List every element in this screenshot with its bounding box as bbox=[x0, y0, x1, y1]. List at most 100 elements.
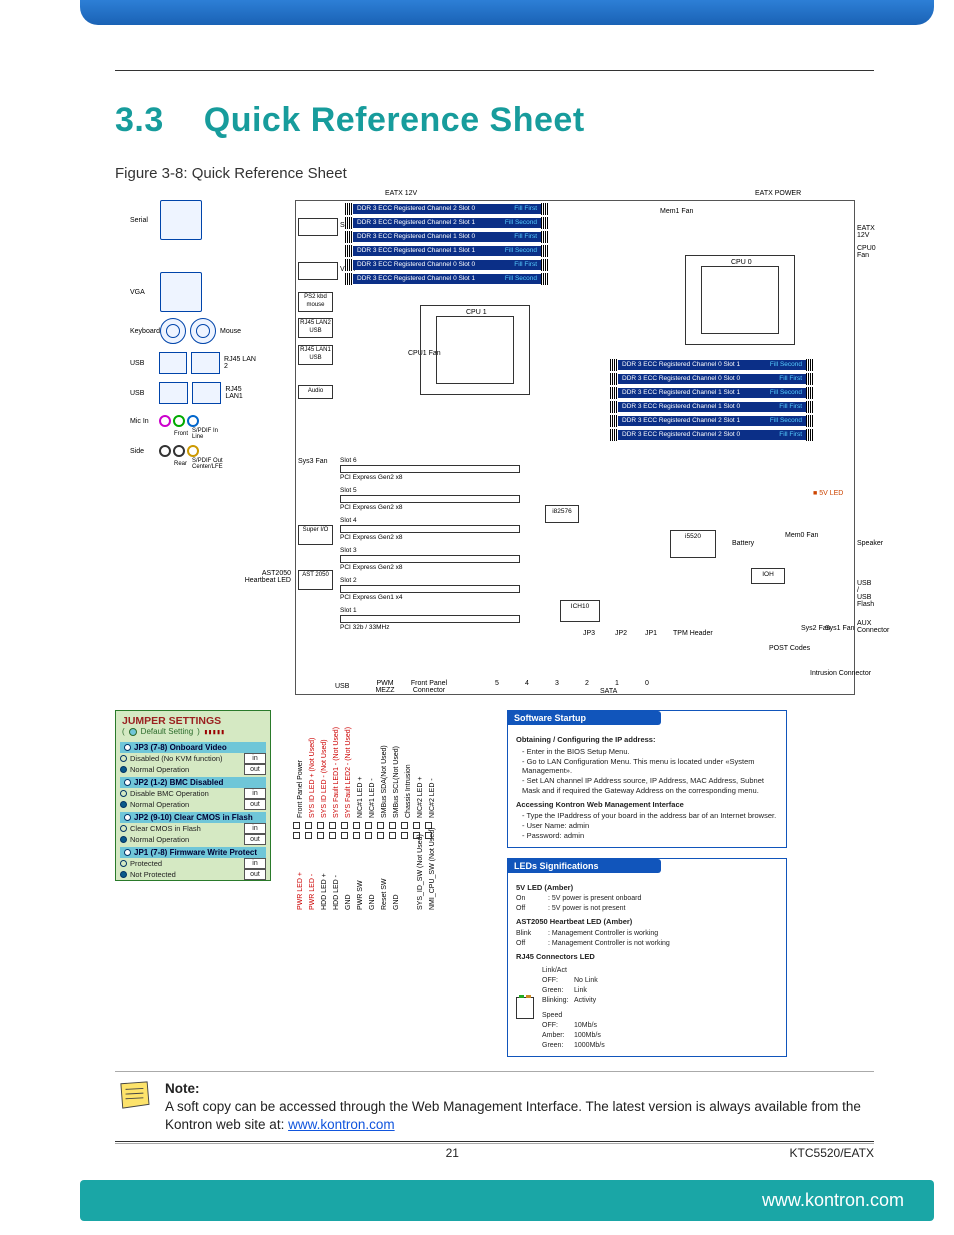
note-text: Note: A soft copy can be accessed throug… bbox=[165, 1080, 874, 1135]
lbl-sys1fan: Sys1 Fan bbox=[825, 625, 855, 632]
jumper-settings-box: JUMPER SETTINGS ( Default Setting) ▮▮▮▮▮… bbox=[115, 710, 271, 881]
dimm-left-2: DDR 3 ECC Registered Channel 1 Slot 0Fil… bbox=[345, 232, 549, 242]
port-keyboard bbox=[160, 318, 186, 344]
slot-name-3: Slot 3 bbox=[340, 547, 357, 554]
slot-desc-5: PCI 32b / 33MHz bbox=[340, 624, 390, 631]
jack-spdif-out bbox=[187, 445, 199, 457]
chapter-heading: 3.3 Quick Reference Sheet bbox=[115, 101, 874, 140]
page-content: 3.3Quick Reference Sheet Figure 3-8: Qui… bbox=[115, 70, 874, 1144]
dimm-right-4: DDR 3 ECC Registered Channel 2 Slot 1Fil… bbox=[610, 416, 814, 426]
led-r2-1: Off: Management Controller is not workin… bbox=[516, 939, 778, 948]
cpu0-socket: CPU 0 bbox=[685, 255, 795, 345]
jumper-row-3-0: Protectedin bbox=[120, 858, 266, 869]
fp-pin-bot-11 bbox=[425, 832, 432, 839]
chip-i5520: i5520 bbox=[670, 530, 716, 558]
led-h3: RJ45 Connectors LED bbox=[516, 952, 778, 962]
label-micin: Mic In bbox=[130, 418, 158, 425]
fp-bot-6: GND bbox=[369, 894, 376, 910]
fp-pin-top-2 bbox=[317, 822, 324, 829]
slot-name-0: Slot 6 bbox=[340, 457, 357, 464]
jumper-row-1-0: Disable BMC Operationin bbox=[120, 788, 266, 799]
note-title: Note: bbox=[165, 1081, 200, 1096]
fp-pin-top-7 bbox=[377, 822, 384, 829]
led-speed-2: Green:1000Mb/s bbox=[542, 1041, 605, 1050]
chapter-title: Quick Reference Sheet bbox=[204, 101, 585, 139]
label-mem1fan: Mem1 Fan bbox=[660, 208, 693, 215]
dimm-right-0: DDR 3 ECC Registered Channel 0 Slot 1Fil… bbox=[610, 360, 814, 370]
slot-name-1: Slot 5 bbox=[340, 487, 357, 494]
dimm-right-5: DDR 3 ECC Registered Channel 2 Slot 0Fil… bbox=[610, 430, 814, 440]
label-eatx-power: EATX POWER bbox=[755, 190, 801, 197]
fp-pin-top-4 bbox=[341, 822, 348, 829]
jumper-header-0: JP3 (7-8) Onboard Video bbox=[120, 742, 266, 753]
label-vga: VGA bbox=[130, 289, 160, 296]
jumper-row-2-0: Clear CMOS in Flashin bbox=[120, 823, 266, 834]
ss-l1-2: Set LAN channel IP Address source, IP Ad… bbox=[522, 776, 778, 796]
label-rear: Rear bbox=[174, 461, 192, 467]
lbl-intrusion: Intrusion Connector bbox=[810, 670, 871, 677]
dimm-left-1: DDR 3 ECC Registered Channel 2 Slot 1Fil… bbox=[345, 218, 549, 228]
page-footer: 21 KTC5520/EATX www.kontron.com bbox=[0, 1141, 954, 1235]
port-usb-1 bbox=[159, 352, 188, 374]
hdr-vga bbox=[298, 262, 338, 280]
label-keyboard: Keyboard bbox=[130, 328, 160, 335]
hdr-ast2050: AST 2050 bbox=[298, 570, 333, 590]
led-r2-0: Blink: Management Controller is working bbox=[516, 929, 778, 938]
fp-pin-bot-9 bbox=[401, 832, 408, 839]
fp-pin-bot-3 bbox=[329, 832, 336, 839]
port-serial bbox=[160, 200, 202, 240]
leds-box: LEDs Significations 5V LED (Amber) On: 5… bbox=[507, 858, 787, 1057]
led-r1-1: Off: 5V power is not present bbox=[516, 904, 778, 913]
chapter-number: 3.3 bbox=[115, 101, 164, 139]
note-block: Note: A soft copy can be accessed throug… bbox=[115, 1071, 874, 1144]
note-icon bbox=[115, 1080, 153, 1110]
label-mouse: Mouse bbox=[220, 328, 241, 335]
fp-pin-bot-5 bbox=[353, 832, 360, 839]
hdr-lan2usb: RJ45 LAN2 USB bbox=[298, 318, 333, 338]
fp-pin-bot-2 bbox=[317, 832, 324, 839]
info-column: Software Startup Obtaining / Configuring… bbox=[507, 710, 787, 1057]
header-bar bbox=[80, 0, 934, 25]
hdr-audio: Audio bbox=[298, 385, 333, 399]
slot-1 bbox=[340, 495, 520, 503]
lbl-jp2: JP2 bbox=[615, 630, 627, 637]
led-h1: 5V LED (Amber) bbox=[516, 883, 778, 893]
ss-l2-1: User Name: admin bbox=[522, 821, 778, 831]
slot-desc-0: PCI Express Gen2 x8 bbox=[340, 474, 403, 481]
fp-top-1: SYS ID LED + (Not Used) bbox=[309, 738, 316, 818]
hdr-sys3fan: Sys3 Fan bbox=[298, 458, 328, 465]
lbl-tpm: TPM Header bbox=[673, 630, 713, 637]
label-usb-1: USB bbox=[130, 360, 159, 367]
note-link[interactable]: www.kontron.com bbox=[288, 1117, 395, 1132]
rj45-icon bbox=[516, 997, 534, 1019]
jumper-row-0-0: Disabled (No KVM function)in bbox=[120, 753, 266, 764]
cpu0-label: CPU 0 bbox=[731, 259, 752, 266]
lbl-5vled: ■ 5V LED bbox=[813, 490, 843, 497]
slot-2 bbox=[340, 525, 520, 533]
sata-port-2: 2 bbox=[585, 680, 589, 687]
port-vga bbox=[160, 272, 202, 312]
lbl-usbflash: USB / USB Flash bbox=[857, 580, 875, 608]
slot-name-2: Slot 4 bbox=[340, 517, 357, 524]
label-usb-2: USB bbox=[130, 390, 159, 397]
fp-pin-bot-8 bbox=[389, 832, 396, 839]
sata-port-0: 0 bbox=[645, 680, 649, 687]
hdr-ps2: PS2 kbd mouse bbox=[298, 292, 333, 312]
fp-top-0: Front Panel Power bbox=[297, 760, 304, 818]
fp-top-10: NIC#2 LED + bbox=[417, 777, 424, 818]
dimm-left-3: DDR 3 ECC Registered Channel 1 Slot 1Fil… bbox=[345, 246, 549, 256]
label-eatx12v: EATX 12V bbox=[385, 190, 417, 197]
fp-top-5: NIC#1 LED + bbox=[357, 777, 364, 818]
lower-section: JUMPER SETTINGS ( Default Setting) ▮▮▮▮▮… bbox=[115, 710, 874, 1057]
led-linkact-0: OFF:No Link bbox=[542, 976, 605, 985]
fp-top-9: Chassis Intrusion bbox=[405, 764, 412, 818]
led-speed-1: Amber:100Mb/s bbox=[542, 1031, 605, 1040]
slot-desc-1: PCI Express Gen2 x8 bbox=[340, 504, 403, 511]
chip-i82576: i82576 bbox=[545, 505, 579, 523]
lbl-usb-bot: USB bbox=[335, 683, 349, 690]
fp-top-7: SMBus SDA(Not Used) bbox=[381, 745, 388, 818]
jumper-header-3: JP1 (7-8) Firmware Write Protect bbox=[120, 847, 266, 858]
led-speed-0: OFF:10Mb/s bbox=[542, 1021, 605, 1030]
ss-l1-1: Go to LAN Configuration Menu. This menu … bbox=[522, 757, 778, 777]
dimm-left-5: DDR 3 ECC Registered Channel 0 Slot 1Fil… bbox=[345, 274, 549, 284]
